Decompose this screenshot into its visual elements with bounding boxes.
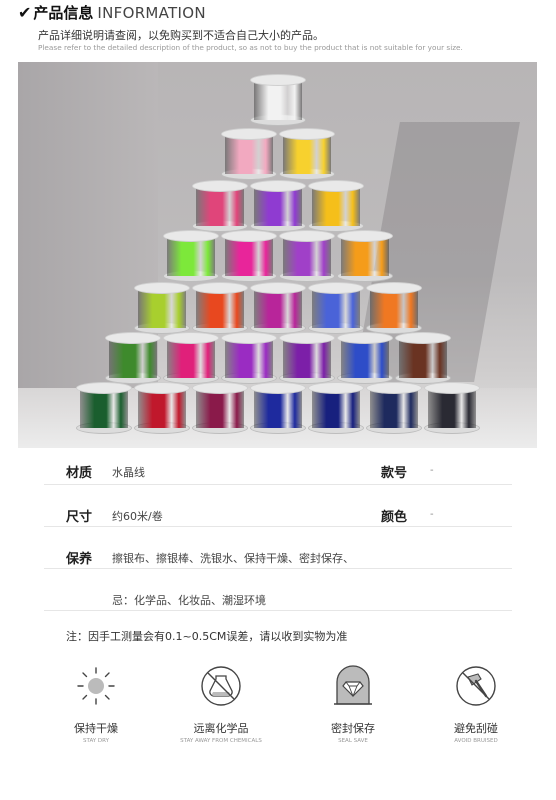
thread-spool (278, 230, 335, 282)
model-label: 款号 (381, 466, 408, 481)
care-seal-cn: 密封保存 (331, 722, 375, 735)
thread-spool (336, 230, 393, 282)
thread-spool (249, 282, 306, 334)
spec-row-care: 保养 擦银布、擦银棒、洗银水、保持干燥、密封保存、 (44, 526, 512, 569)
model-value: - (430, 465, 434, 476)
thread-spool (365, 382, 422, 434)
care-bruise-en: AVOID BRUISED (454, 738, 498, 744)
thread-spool (307, 282, 364, 334)
no-chemicals-icon (199, 664, 243, 708)
check-icon: ✔ (18, 3, 32, 22)
thread-spool (336, 332, 393, 384)
subtitle-cn: 产品详细说明请查阅，以免购买到不适合自己大小的产品。 (38, 29, 324, 42)
thread-spool (220, 230, 277, 282)
care-item-seal: 密封保存 SEAL SAVE (308, 664, 398, 744)
care-chemicals-cn: 远离化学品 (193, 722, 249, 735)
spec-row-size: 尺寸 约60米/卷 颜色 - (44, 484, 512, 527)
care-chemicals-en: STAY AWAY FROM CHEMICALS (180, 738, 262, 744)
sun-icon (74, 664, 118, 708)
care-seal-en: SEAL SAVE (338, 738, 368, 744)
thread-spool (220, 332, 277, 384)
thread-spool (307, 382, 364, 434)
material-value: 水晶线 (112, 466, 145, 479)
thread-spool (191, 180, 248, 232)
care-line-2: 忌：化学品、化妆品、潮湿环境 (112, 594, 266, 607)
thread-spool (104, 332, 161, 384)
section-header: ✔ 产品信息 INFORMATION (18, 2, 206, 23)
measurement-note: 注：因手工测量会有0.1~0.5CM误差，请以收到实物为准 (66, 630, 348, 643)
thread-spool (423, 382, 480, 434)
thread-spool (162, 230, 219, 282)
thread-spool (394, 332, 451, 384)
spec-row-care-2: 忌：化学品、化妆品、潮湿环境 (44, 568, 512, 611)
thread-spool (365, 282, 422, 334)
thread-spool (278, 128, 335, 180)
spec-row-material: 材质 水晶线 款号 - (44, 448, 512, 485)
care-line-1: 擦银布、擦银棒、洗银水、保持干燥、密封保存、 (112, 552, 354, 565)
no-hammer-icon (454, 664, 498, 708)
care-item-bruise: 避免刮碰 AVOID BRUISED (431, 664, 521, 744)
care-dry-cn: 保持干燥 (74, 722, 118, 735)
section-title-en: INFORMATION (97, 3, 206, 22)
thread-spool (249, 74, 306, 126)
subtitle-en: Please refer to the detailed description… (38, 43, 463, 52)
thread-spool (249, 382, 306, 434)
size-label: 尺寸 (66, 510, 93, 525)
care-bruise-cn: 避免刮碰 (454, 722, 498, 735)
thread-spool (162, 332, 219, 384)
section-title-cn: 产品信息 (33, 4, 94, 22)
product-photo (18, 62, 537, 448)
thread-spool (220, 128, 277, 180)
thread-spool (278, 332, 335, 384)
color-label: 颜色 (381, 510, 408, 525)
diamond-seal-icon (331, 664, 375, 708)
thread-spool (307, 180, 364, 232)
thread-spool (133, 382, 190, 434)
care-item-dry: 保持干燥 STAY DRY (51, 664, 141, 744)
thread-spool (75, 382, 132, 434)
thread-spool (191, 282, 248, 334)
thread-spool (133, 282, 190, 334)
thread-spool (191, 382, 248, 434)
thread-spool (249, 180, 306, 232)
color-value: - (430, 509, 434, 520)
size-value: 约60米/卷 (112, 510, 163, 523)
care-item-chemicals: 远离化学品 STAY AWAY FROM CHEMICALS (176, 664, 266, 744)
care-label: 保养 (66, 552, 93, 567)
care-dry-en: STAY DRY (83, 738, 109, 744)
material-label: 材质 (66, 466, 93, 481)
